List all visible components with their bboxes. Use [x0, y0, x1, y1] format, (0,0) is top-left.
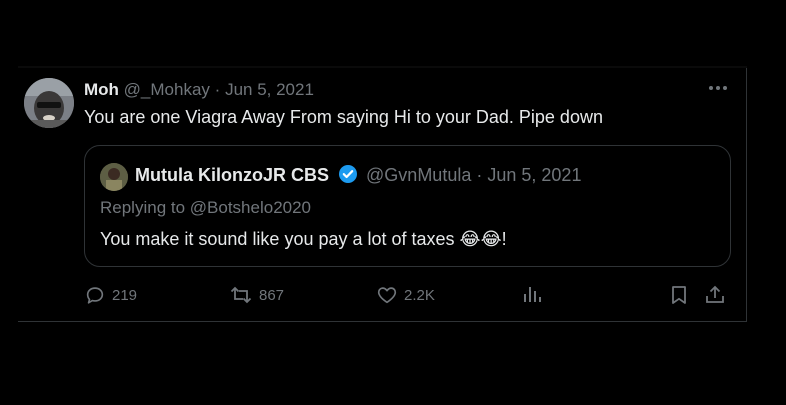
share-icon	[706, 285, 724, 303]
quoted-date[interactable]: Jun 5, 2021	[487, 165, 581, 185]
author-avatar[interactable]	[24, 78, 74, 128]
retweet-count: 867	[259, 286, 285, 304]
quoted-tweet[interactable]: Mutula KilonzoJR CBS @GvnMutula · Jun 5,…	[84, 145, 731, 267]
more-options-icon[interactable]	[706, 78, 730, 98]
quoted-author-name[interactable]: Mutula KilonzoJR CBS	[135, 165, 329, 185]
bookmark-button[interactable]	[668, 282, 690, 308]
like-button[interactable]: 2.2K	[376, 282, 435, 308]
replying-to: Replying to @Botshelo2020	[100, 198, 312, 217]
author-handle[interactable]: @_Mohkay	[124, 80, 210, 99]
tweet-text: You are one Viagra Away From saying Hi t…	[84, 107, 603, 127]
quoted-header: Mutula KilonzoJR CBS @GvnMutula · Jun 5,…	[135, 164, 581, 189]
quoted-text: You make it sound like you pay a lot of …	[100, 229, 507, 249]
tweet-date[interactable]: Jun 5, 2021	[225, 80, 314, 99]
tweet[interactable]: Moh @_Mohkay · Jun 5, 2021 You are one V…	[18, 68, 747, 322]
header-separator: ·	[214, 80, 221, 99]
verified-badge-icon	[338, 164, 358, 189]
reply-icon	[86, 287, 104, 304]
quoted-separator: ·	[476, 165, 483, 185]
retweet-icon	[230, 286, 252, 304]
like-count: 2.2K	[404, 286, 435, 304]
action-bar: 219 867 2.2K	[84, 282, 734, 308]
bookmark-icon	[672, 286, 686, 304]
analytics-icon	[524, 287, 541, 302]
share-button[interactable]	[704, 282, 726, 308]
reply-button[interactable]: 219	[84, 282, 137, 308]
quoted-author-avatar[interactable]	[100, 163, 128, 191]
quoted-author-handle[interactable]: @GvnMutula	[366, 165, 471, 185]
heart-icon	[377, 287, 397, 304]
author-name[interactable]: Moh	[84, 80, 119, 99]
reply-count: 219	[112, 286, 138, 304]
tweet-header: Moh @_Mohkay · Jun 5, 2021	[84, 80, 314, 100]
views-button[interactable]	[521, 282, 543, 308]
retweet-button[interactable]: 867	[229, 282, 284, 308]
